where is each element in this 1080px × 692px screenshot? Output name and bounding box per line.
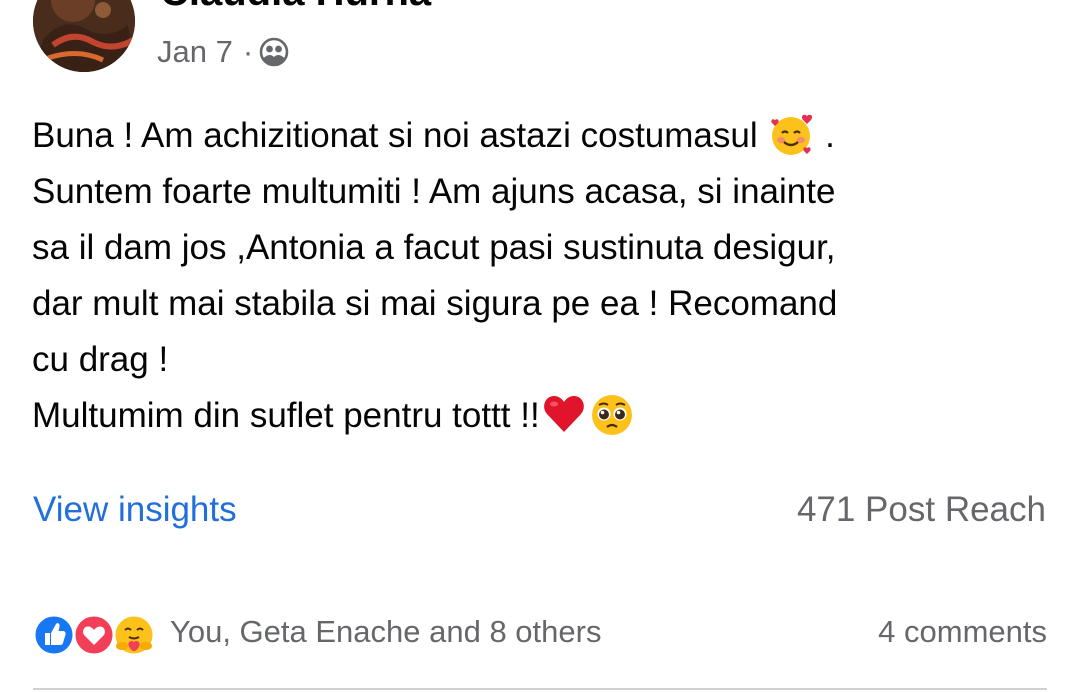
meta-separator: · (242, 34, 254, 69)
author-name[interactable]: Claudia Hurnă (160, 0, 431, 16)
post-text-line: sa il dam jos ,Antonia a facut pasi sust… (32, 228, 836, 267)
post-text-line: cu drag ! (32, 340, 169, 379)
view-insights-link[interactable]: View insights (33, 490, 237, 530)
red-heart-emoji (540, 390, 588, 438)
post-header: Claudia Hurnă Jan 7 · (0, 0, 1080, 90)
like-icon (32, 613, 76, 657)
post-text-segment: Multumim din suflet pentru tottt !! (32, 396, 540, 435)
smiling-face-with-hearts-emoji (767, 110, 815, 158)
post-body: Buna ! Am achizitionat si noi astazi cos… (32, 108, 1052, 444)
post-text-line: Buna ! Am achizitionat si noi astazi cos… (32, 108, 1052, 164)
insights-row: View insights 471 Post Reach (0, 486, 1080, 542)
post-text-segment: Buna ! Am achizitionat si noi astazi cos… (32, 116, 758, 155)
post-reach[interactable]: 471 Post Reach (797, 490, 1046, 530)
post-date[interactable]: Jan 7 (157, 34, 233, 70)
pleading-face-emoji (588, 390, 636, 438)
friends-icon[interactable] (259, 37, 289, 67)
reaction-names[interactable]: You, Geta Enache and 8 others (170, 614, 601, 650)
post-text-line: Multumim din suflet pentru tottt !! (32, 388, 1052, 444)
comments-count[interactable]: 4 comments (878, 614, 1047, 650)
post-text-line: Suntem foarte multumiti ! Am ajuns acasa… (32, 172, 836, 211)
love-icon (72, 613, 116, 657)
post-text-segment: . (825, 116, 835, 155)
divider (33, 688, 1047, 690)
care-icon (112, 613, 156, 657)
reaction-icons[interactable] (32, 612, 162, 658)
post-meta: Jan 7 · (157, 30, 289, 74)
avatar-photo (33, 0, 135, 72)
avatar[interactable] (33, 0, 135, 72)
reactions-row: You, Geta Enache and 8 others 4 comments (0, 604, 1080, 660)
post-text-line: dar mult mai stabila si mai sigura pe ea… (32, 284, 838, 323)
